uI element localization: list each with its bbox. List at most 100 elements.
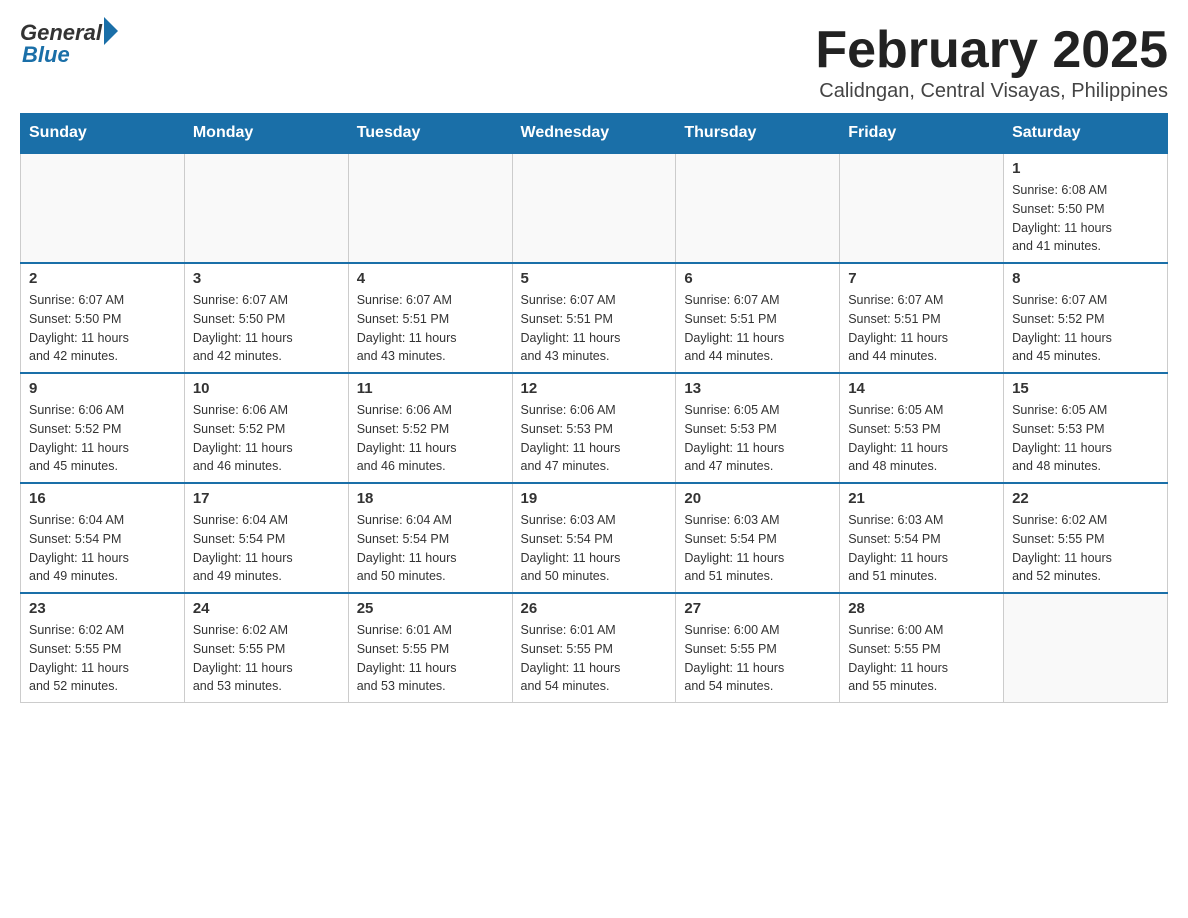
calendar-cell: 26 Sunrise: 6:01 AM Sunset: 5:55 PM Dayli…: [512, 593, 676, 703]
calendar-cell: 24 Sunrise: 6:02 AM Sunset: 5:55 PM Dayli…: [184, 593, 348, 703]
day-number: 26: [521, 600, 668, 617]
day-info: Sunrise: 6:06 AM Sunset: 5:53 PM Dayligh…: [521, 401, 668, 476]
calendar-header: SundayMondayTuesdayWednesdayThursdayFrid…: [21, 114, 1168, 154]
calendar-cell: 20 Sunrise: 6:03 AM Sunset: 5:54 PM Dayli…: [676, 483, 840, 593]
day-number: 4: [357, 270, 504, 287]
month-title: February 2025: [815, 20, 1168, 80]
calendar-cell: 3Sunrise: 6:07 AM Sunset: 5:50 PM Daylig…: [184, 263, 348, 373]
day-number: 22: [1012, 490, 1159, 507]
calendar-week-row: 16Sunrise: 6:04 AM Sunset: 5:54 PM Dayli…: [21, 483, 1168, 593]
day-number: 19: [521, 490, 668, 507]
day-of-week-header: Saturday: [1004, 114, 1168, 154]
day-number: 9: [29, 380, 176, 397]
day-info: Sunrise: 6:00 AM Sunset: 5:55 PM Dayligh…: [848, 621, 995, 696]
calendar-cell: [184, 153, 348, 263]
logo-blue-text: Blue: [22, 42, 70, 68]
calendar-week-row: 1 Sunrise: 6:08 AM Sunset: 5:50 PM Daylig…: [21, 153, 1168, 263]
title-area: February 2025 Calidngan, Central Visayas…: [815, 20, 1168, 103]
day-info: Sunrise: 6:07 AM Sunset: 5:50 PM Dayligh…: [29, 291, 176, 366]
day-info: Sunrise: 6:07 AM Sunset: 5:51 PM Dayligh…: [684, 291, 831, 366]
location-text: Calidngan, Central Visayas, Philippines: [815, 80, 1168, 103]
calendar-cell: 9 Sunrise: 6:06 AM Sunset: 5:52 PM Daylig…: [21, 373, 185, 483]
calendar-cell: 7 Sunrise: 6:07 AM Sunset: 5:51 PM Daylig…: [840, 263, 1004, 373]
day-info: Sunrise: 6:04 AM Sunset: 5:54 PM Dayligh…: [357, 511, 504, 586]
day-number: 20: [684, 490, 831, 507]
days-of-week-row: SundayMondayTuesdayWednesdayThursdayFrid…: [21, 114, 1168, 154]
day-info: Sunrise: 6:07 AM Sunset: 5:51 PM Dayligh…: [848, 291, 995, 366]
day-number: 6: [684, 270, 831, 287]
page-header: General Blue February 2025 Calidngan, Ce…: [20, 20, 1168, 103]
calendar-cell: 6 Sunrise: 6:07 AM Sunset: 5:51 PM Daylig…: [676, 263, 840, 373]
day-info: Sunrise: 6:01 AM Sunset: 5:55 PM Dayligh…: [521, 621, 668, 696]
calendar-cell: 18 Sunrise: 6:04 AM Sunset: 5:54 PM Dayli…: [348, 483, 512, 593]
day-info: Sunrise: 6:07 AM Sunset: 5:51 PM Dayligh…: [357, 291, 504, 366]
day-number: 11: [357, 380, 504, 397]
calendar-table: SundayMondayTuesdayWednesdayThursdayFrid…: [20, 113, 1168, 703]
day-number: 10: [193, 380, 340, 397]
day-of-week-header: Tuesday: [348, 114, 512, 154]
day-info: Sunrise: 6:05 AM Sunset: 5:53 PM Dayligh…: [684, 401, 831, 476]
calendar-cell: [348, 153, 512, 263]
calendar-cell: 13 Sunrise: 6:05 AM Sunset: 5:53 PM Dayli…: [676, 373, 840, 483]
day-number: 5: [521, 270, 668, 287]
day-info: Sunrise: 6:03 AM Sunset: 5:54 PM Dayligh…: [521, 511, 668, 586]
day-info: Sunrise: 6:01 AM Sunset: 5:55 PM Dayligh…: [357, 621, 504, 696]
calendar-cell: 8 Sunrise: 6:07 AM Sunset: 5:52 PM Daylig…: [1004, 263, 1168, 373]
calendar-cell: 12Sunrise: 6:06 AM Sunset: 5:53 PM Dayli…: [512, 373, 676, 483]
calendar-cell: [512, 153, 676, 263]
calendar-cell: 22 Sunrise: 6:02 AM Sunset: 5:55 PM Dayli…: [1004, 483, 1168, 593]
calendar-cell: 25 Sunrise: 6:01 AM Sunset: 5:55 PM Dayli…: [348, 593, 512, 703]
calendar-cell: [840, 153, 1004, 263]
day-number: 27: [684, 600, 831, 617]
day-number: 1: [1012, 160, 1159, 177]
day-info: Sunrise: 6:08 AM Sunset: 5:50 PM Dayligh…: [1012, 181, 1159, 256]
day-info: Sunrise: 6:05 AM Sunset: 5:53 PM Dayligh…: [1012, 401, 1159, 476]
calendar-cell: [21, 153, 185, 263]
calendar-cell: 2Sunrise: 6:07 AM Sunset: 5:50 PM Daylig…: [21, 263, 185, 373]
day-number: 8: [1012, 270, 1159, 287]
calendar-week-row: 9 Sunrise: 6:06 AM Sunset: 5:52 PM Daylig…: [21, 373, 1168, 483]
calendar-cell: 19 Sunrise: 6:03 AM Sunset: 5:54 PM Dayli…: [512, 483, 676, 593]
calendar-cell: 10Sunrise: 6:06 AM Sunset: 5:52 PM Dayli…: [184, 373, 348, 483]
calendar-cell: 16Sunrise: 6:04 AM Sunset: 5:54 PM Dayli…: [21, 483, 185, 593]
day-info: Sunrise: 6:04 AM Sunset: 5:54 PM Dayligh…: [29, 511, 176, 586]
calendar-week-row: 23 Sunrise: 6:02 AM Sunset: 5:55 PM Dayli…: [21, 593, 1168, 703]
day-info: Sunrise: 6:05 AM Sunset: 5:53 PM Dayligh…: [848, 401, 995, 476]
day-of-week-header: Wednesday: [512, 114, 676, 154]
calendar-cell: 21Sunrise: 6:03 AM Sunset: 5:54 PM Dayli…: [840, 483, 1004, 593]
day-of-week-header: Thursday: [676, 114, 840, 154]
day-number: 7: [848, 270, 995, 287]
calendar-cell: 4 Sunrise: 6:07 AM Sunset: 5:51 PM Daylig…: [348, 263, 512, 373]
calendar-cell: 14 Sunrise: 6:05 AM Sunset: 5:53 PM Dayli…: [840, 373, 1004, 483]
day-info: Sunrise: 6:07 AM Sunset: 5:52 PM Dayligh…: [1012, 291, 1159, 366]
day-info: Sunrise: 6:02 AM Sunset: 5:55 PM Dayligh…: [1012, 511, 1159, 586]
day-number: 21: [848, 490, 995, 507]
logo: General Blue: [20, 20, 118, 68]
calendar-cell: [676, 153, 840, 263]
day-number: 15: [1012, 380, 1159, 397]
day-info: Sunrise: 6:00 AM Sunset: 5:55 PM Dayligh…: [684, 621, 831, 696]
day-number: 24: [193, 600, 340, 617]
calendar-cell: 5Sunrise: 6:07 AM Sunset: 5:51 PM Daylig…: [512, 263, 676, 373]
day-info: Sunrise: 6:06 AM Sunset: 5:52 PM Dayligh…: [29, 401, 176, 476]
day-info: Sunrise: 6:03 AM Sunset: 5:54 PM Dayligh…: [684, 511, 831, 586]
day-info: Sunrise: 6:02 AM Sunset: 5:55 PM Dayligh…: [193, 621, 340, 696]
logo-arrow-icon: [104, 17, 118, 45]
day-info: Sunrise: 6:04 AM Sunset: 5:54 PM Dayligh…: [193, 511, 340, 586]
day-number: 25: [357, 600, 504, 617]
calendar-week-row: 2Sunrise: 6:07 AM Sunset: 5:50 PM Daylig…: [21, 263, 1168, 373]
day-number: 23: [29, 600, 176, 617]
calendar-cell: 15 Sunrise: 6:05 AM Sunset: 5:53 PM Dayli…: [1004, 373, 1168, 483]
day-number: 13: [684, 380, 831, 397]
calendar-cell: 1 Sunrise: 6:08 AM Sunset: 5:50 PM Daylig…: [1004, 153, 1168, 263]
calendar-cell: 11Sunrise: 6:06 AM Sunset: 5:52 PM Dayli…: [348, 373, 512, 483]
calendar-body: 1 Sunrise: 6:08 AM Sunset: 5:50 PM Daylig…: [21, 153, 1168, 703]
day-number: 14: [848, 380, 995, 397]
day-of-week-header: Sunday: [21, 114, 185, 154]
calendar-cell: 23 Sunrise: 6:02 AM Sunset: 5:55 PM Dayli…: [21, 593, 185, 703]
day-number: 17: [193, 490, 340, 507]
day-number: 18: [357, 490, 504, 507]
day-number: 28: [848, 600, 995, 617]
calendar-cell: 28 Sunrise: 6:00 AM Sunset: 5:55 PM Dayli…: [840, 593, 1004, 703]
day-info: Sunrise: 6:02 AM Sunset: 5:55 PM Dayligh…: [29, 621, 176, 696]
